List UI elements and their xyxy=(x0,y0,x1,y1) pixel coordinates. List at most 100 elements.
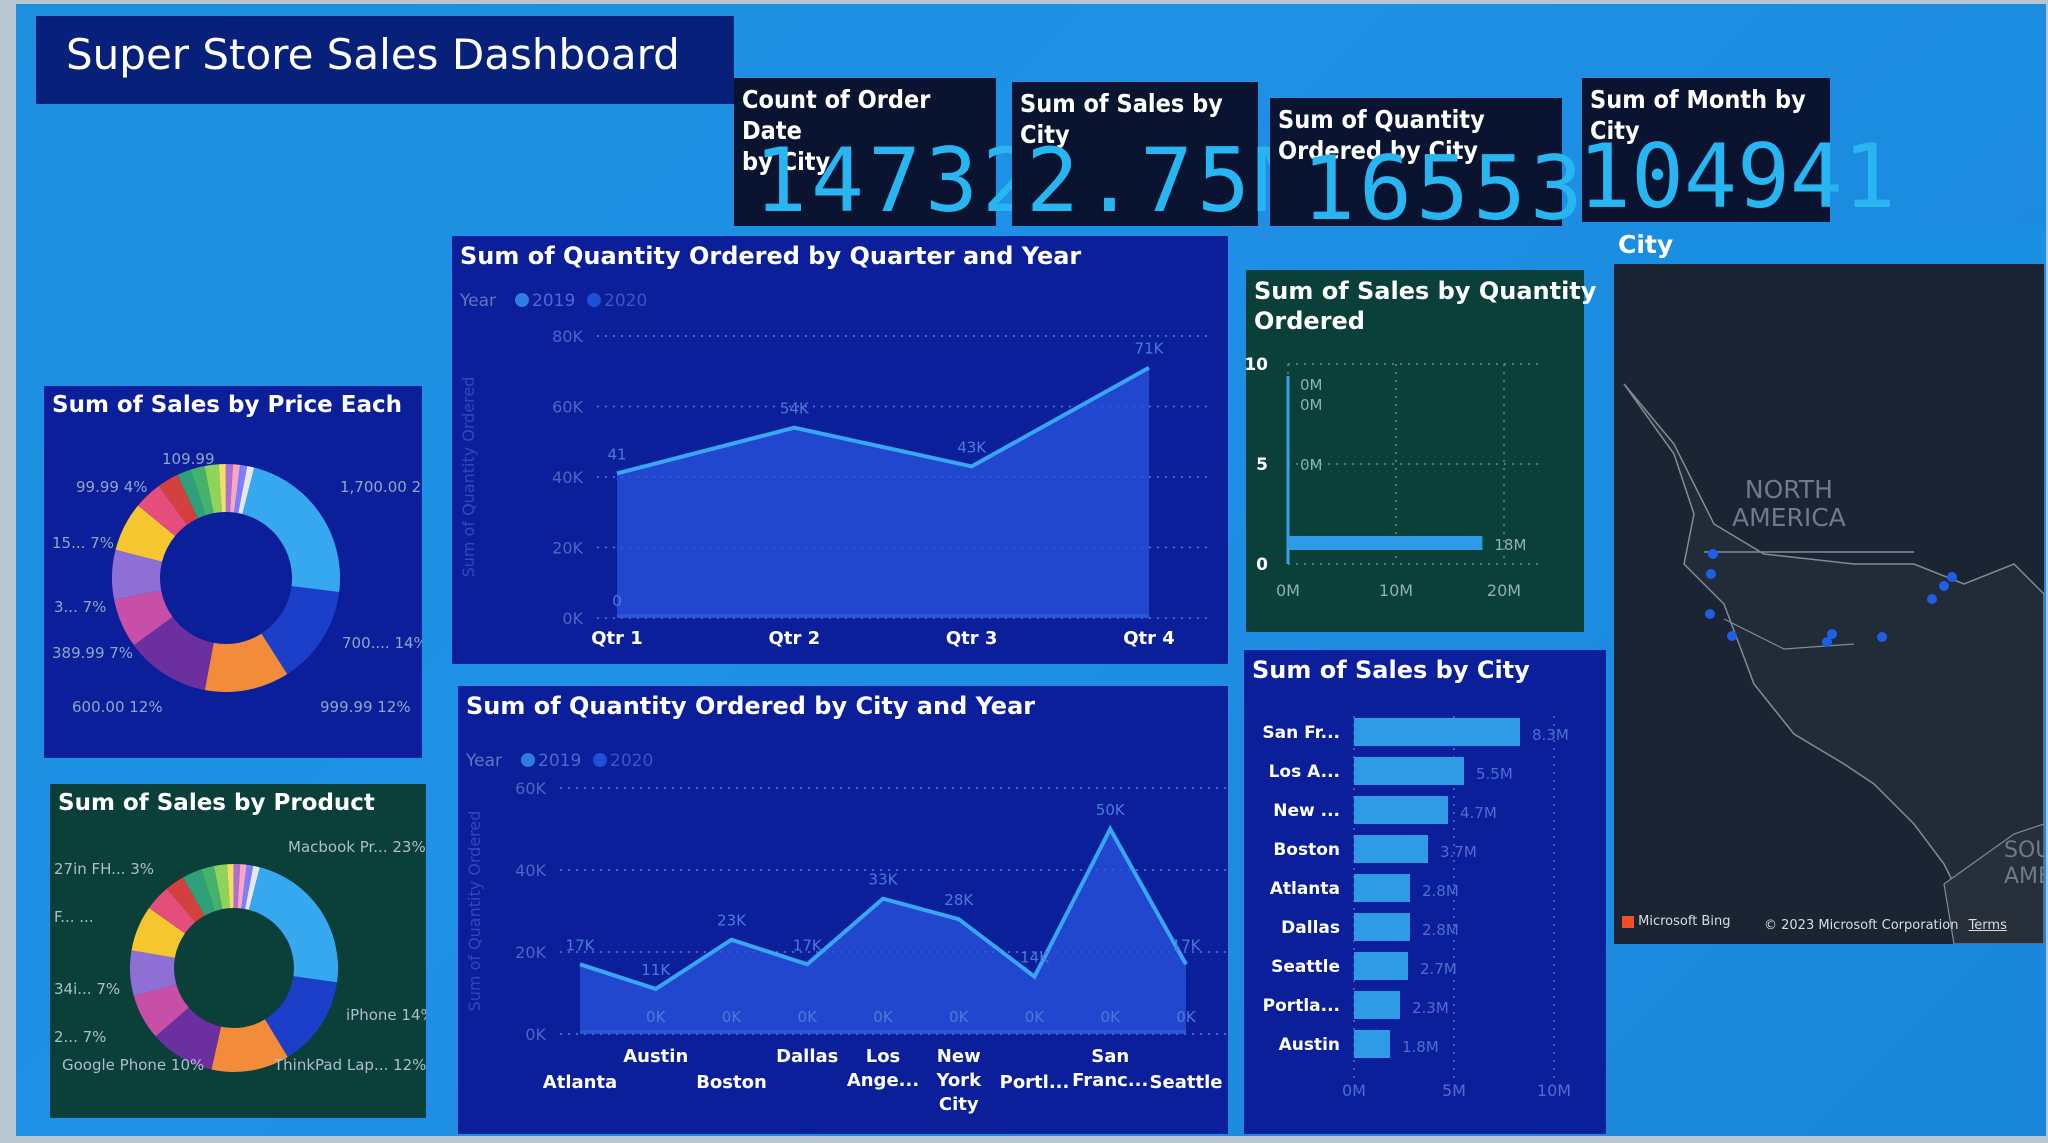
y-tick-label: 80K xyxy=(552,327,583,346)
donut-label: 109.99 xyxy=(162,450,215,468)
data-label: 0K xyxy=(949,1008,970,1026)
x-tick-label: Los xyxy=(866,1046,901,1067)
donut-label: 15... 7% xyxy=(52,534,114,552)
donut-slice xyxy=(242,467,340,593)
x-tick-label: 0M xyxy=(1276,581,1300,600)
data-label: 0M xyxy=(1300,456,1323,474)
x-tick-label: Portl... xyxy=(1000,1072,1070,1093)
data-label: 2.7M xyxy=(1420,960,1457,978)
kpi-card-order-count[interactable]: Count of Order Date by City 14732 xyxy=(734,78,1035,232)
sales-city-bar-chart: San Fr... 8.3M Los A... 5.5M New ... 4.7M Bost… xyxy=(1262,716,1571,1100)
data-label: 54K xyxy=(780,400,810,418)
donut-slice xyxy=(248,867,339,983)
city-year-area-chart: Year 2019 2020 0K 20K 40K 60K Sum of Quantity O… xyxy=(465,751,1246,1115)
kpi-value: 16553 xyxy=(1302,137,1587,240)
y-tick-label: Seattle xyxy=(1271,957,1340,977)
copyright-text: © 2023 Microsoft Corporation xyxy=(1764,918,1959,933)
kpi-card-quantity[interactable]: Sum of Quantity Ordered by City 16553 xyxy=(1270,98,1583,240)
data-label: 0M xyxy=(1300,376,1323,394)
x-tick-label: 20M xyxy=(1487,581,1521,600)
donut-label: 34i... 7% xyxy=(54,980,120,998)
bar xyxy=(1288,536,1483,550)
x-tick-label: City xyxy=(939,1094,979,1115)
y-tick-label: 10 xyxy=(1246,355,1268,375)
x-tick-label: Boston xyxy=(696,1072,767,1093)
chart-title: Sum of Sales by Price Each xyxy=(52,392,403,418)
x-tick-label: 10M xyxy=(1379,581,1413,600)
donut-label: Macbook Pr... 23% xyxy=(288,838,426,856)
sales-city-bar-card[interactable]: Sum of Sales by City San Fr... 8.3M Los A.… xyxy=(1244,650,1606,1134)
series-area xyxy=(617,367,1149,618)
data-label: 0K xyxy=(873,1008,894,1026)
data-label: 0K xyxy=(1101,1008,1122,1026)
data-label: 71K xyxy=(1135,340,1165,358)
data-label: 17K xyxy=(1172,936,1202,954)
x-tick-label: San xyxy=(1091,1046,1129,1067)
map-copyright: © 2023 Microsoft Corporation Terms xyxy=(1764,918,2007,933)
price-donut-card[interactable]: Sum of Sales by Price Each 109.99 99.99 4… xyxy=(44,386,445,758)
y-tick-label: 0K xyxy=(562,609,583,628)
terms-link[interactable]: Terms xyxy=(1969,918,2007,933)
bar xyxy=(1354,796,1448,824)
donut-label: Google Phone 10% xyxy=(62,1056,204,1074)
y-tick-label: 40K xyxy=(552,468,583,487)
product-donut-chart: 27in FH... 3% F... ... Macbook Pr... 23% 34… xyxy=(54,838,435,1074)
data-label: 14K xyxy=(1020,949,1050,967)
kpi-card-sales[interactable]: Sum of Sales by City 2.75M xyxy=(1012,82,1307,232)
legend-title: Year xyxy=(465,751,502,771)
bar xyxy=(1354,757,1464,785)
x-tick-label: New xyxy=(937,1046,981,1067)
bar xyxy=(1354,874,1410,902)
y-tick-label: 0 xyxy=(1256,555,1268,575)
x-tick-label: Dallas xyxy=(776,1046,838,1067)
city-year-area-card[interactable]: Sum of Quantity Ordered by City and Year… xyxy=(458,686,1246,1134)
data-label: 2.3M xyxy=(1412,999,1449,1017)
city-map[interactable]: NORTH AMERICA SOU AME Microsoft Bing © 2… xyxy=(1614,264,2044,944)
map-title: City xyxy=(1618,230,1674,259)
y-tick-label: Austin xyxy=(1279,1035,1340,1055)
map-title-bar: City xyxy=(1614,226,2046,266)
data-label: 0K xyxy=(798,1008,819,1026)
y-tick-label: Atlanta xyxy=(1270,879,1340,899)
donut-label: 999.99 12% xyxy=(320,698,411,716)
y-axis-label: Sum of Quantity Ordered xyxy=(459,377,478,578)
x-tick-label: Austin xyxy=(623,1046,688,1067)
quarter-area-chart: Year 2019 2020 0K 20K 40K 60K 80K Sum of Quantit… xyxy=(459,291,1209,649)
bing-logo: Microsoft Bing xyxy=(1622,914,1730,929)
y-tick-label: 0K xyxy=(525,1025,546,1044)
data-label: 0K xyxy=(646,1008,667,1026)
x-tick-label: Ange... xyxy=(847,1070,919,1091)
kpi-label: Sum of Sales by xyxy=(1020,89,1223,118)
donut-label: 700.... 14% xyxy=(342,634,422,652)
chart-title: Sum of Sales by Product xyxy=(58,790,375,816)
kpi-value: 2.75M xyxy=(1026,129,1311,232)
legend-title: Year xyxy=(459,291,496,311)
data-label: 0K xyxy=(722,1008,743,1026)
continent-label: AME xyxy=(2004,864,2044,889)
quarter-area-card[interactable]: Sum of Quantity Ordered by Quarter and Y… xyxy=(452,236,1228,664)
x-tick-label: Franc... xyxy=(1072,1070,1148,1091)
product-donut-card[interactable]: Sum of Sales by Product 27in FH... 3% F..… xyxy=(50,784,435,1118)
chart-title: Ordered xyxy=(1254,307,1365,335)
y-tick-label: New ... xyxy=(1273,801,1340,821)
quantity-bar-card[interactable]: Sum of Sales by Quantity Ordered 0 5 10 0M 10… xyxy=(1244,270,1596,632)
data-label: 2.8M xyxy=(1422,921,1459,939)
data-label: 33K xyxy=(869,871,899,889)
y-tick-label: San Fr... xyxy=(1262,723,1340,743)
donut-label: 389.99 7% xyxy=(52,644,133,662)
y-tick-label: 60K xyxy=(552,398,583,417)
kpi-card-month[interactable]: Sum of Month by City 104941 xyxy=(1578,78,1896,228)
legend-item: 2019 xyxy=(538,751,581,771)
bar xyxy=(1354,1030,1390,1058)
continent-label: SOU xyxy=(2004,838,2044,863)
donut-label: 1,700.00 23% xyxy=(340,478,422,496)
bing-label: Microsoft Bing xyxy=(1638,914,1731,929)
dashboard-title: Super Store Sales Dashboard xyxy=(66,30,680,79)
donut-label: F... ... xyxy=(54,908,94,926)
legend-item: 2020 xyxy=(604,291,647,311)
data-label: 0K xyxy=(1025,1008,1046,1026)
dashboard-title-box: Super Store Sales Dashboard xyxy=(36,16,734,104)
data-label: 18M xyxy=(1494,536,1526,554)
map-svg xyxy=(1623,383,2044,944)
donut-label: 2... 7% xyxy=(54,1028,106,1046)
